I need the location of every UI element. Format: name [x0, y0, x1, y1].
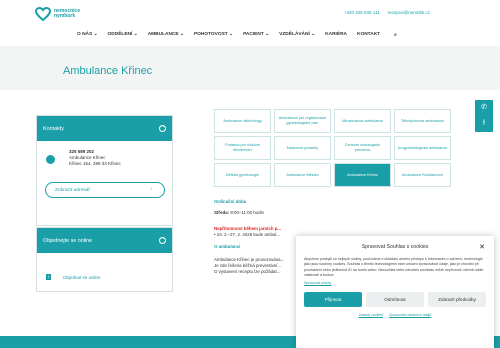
- show-directory-button[interactable]: Zobrazit adresář ›: [45, 182, 165, 198]
- kontakty-address: Křinec 164, 289 33 Křinec: [69, 161, 121, 166]
- hours-row: Středa: 8:00–11:00 hodin: [214, 210, 314, 216]
- tile-alkohology[interactable]: Ambulance alkohology: [214, 109, 271, 133]
- close-icon[interactable]: ✕: [479, 243, 485, 251]
- nav-vzdelavani[interactable]: VZDĚLÁVÁNÍ ⌄: [274, 32, 320, 38]
- tile-registrovane[interactable]: Ambulance pro registrované gynekologické…: [274, 109, 331, 133]
- hours-day: Středa:: [214, 210, 230, 215]
- nav-oddeleni[interactable]: ODDĚLENÍ ⌄: [103, 32, 143, 38]
- nav-kariera[interactable]: KARIÉRA: [320, 32, 352, 38]
- cookie-policy-link[interactable]: Zásady cookies: [359, 313, 383, 317]
- tile-ultrazvuk[interactable]: Ultrazvuková ambulance: [334, 109, 391, 133]
- search-icon[interactable]: ⌕: [385, 32, 402, 38]
- chevron-up-icon[interactable]: ^: [159, 237, 166, 244]
- privacy-policy-link[interactable]: Zpracování osobních údajů: [389, 313, 431, 317]
- tile-nadorove[interactable]: Nádorové poradny: [274, 136, 331, 160]
- objednejte-header[interactable]: Objednejte se online ^: [37, 228, 172, 253]
- top-header: nemocnice nymburk +420 325 535 111 recep…: [0, 0, 500, 48]
- hours-heading: Ordinační doba: [214, 199, 247, 204]
- arrow-right-icon: ›: [150, 187, 152, 192]
- logo-line-2: nymburk: [54, 13, 76, 19]
- tile-onkologicke[interactable]: Centrum onkologické prevence: [334, 136, 391, 160]
- preferences-button[interactable]: Zobrazit předvolby: [428, 291, 486, 307]
- tile-rizikove[interactable]: Poradna pro rizikové těhotenství: [214, 136, 271, 160]
- tile-krinec[interactable]: Ambulance Křinec: [334, 163, 391, 187]
- cookie-consent-dialog: Spravovat Souhlas s cookies ✕ Abychom po…: [296, 236, 494, 348]
- ambulance-tiles: Ambulance alkohology Ambulance pro regis…: [214, 109, 500, 187]
- hospital-logo[interactable]: nemocnice nymburk: [34, 5, 97, 23]
- tile-detska[interactable]: Dětská gynekologie: [214, 163, 271, 187]
- nav-kontakt[interactable]: KONTAKT: [352, 32, 385, 38]
- page-hero: Ambulance Křinec: [0, 46, 500, 90]
- logo-heart-icon: [34, 6, 52, 22]
- show-directory-label: Zobrazit adresář: [55, 188, 90, 193]
- objednejte-title: Objednejte se online: [43, 237, 93, 244]
- accept-button[interactable]: Přijmout: [304, 291, 362, 307]
- nav-pohotovost[interactable]: POHOTOVOST ⌄: [189, 32, 238, 38]
- kontakty-card: Kontakty ^ 325 589 202 Ambulance Křinec …: [36, 115, 173, 226]
- smile-icon: [46, 155, 55, 164]
- cookie-title: Spravovat Souhlas s cookies: [361, 244, 429, 250]
- nav-pacient[interactable]: PACIENT ⌄: [238, 32, 274, 38]
- header-phone-link[interactable]: +420 325 535 111: [344, 10, 380, 15]
- kontakty-header[interactable]: Kontakty ^: [37, 116, 172, 141]
- chevron-up-icon[interactable]: ^: [159, 125, 166, 132]
- objednejte-card: Objednejte se online ^ i Objednat se onl…: [36, 227, 173, 292]
- cookie-text: Abychom poskytli co nejlepší služby, pou…: [304, 257, 484, 278]
- tile-telovychovna[interactable]: Tělovýchovná ambulance: [394, 109, 451, 133]
- nav-o-nas[interactable]: O NÁS ⌄: [72, 32, 103, 38]
- info-icon: i: [46, 274, 51, 280]
- main-nav: O NÁS ⌄ ODDĚLENÍ ⌄ AMBULANCE ⌄ POHOTOVOS…: [72, 32, 402, 38]
- hours-time: 8:00–11:00 hodin: [230, 210, 264, 215]
- order-online-link[interactable]: Objednat se online: [63, 275, 101, 280]
- kontakty-title: Kontakty: [43, 125, 64, 132]
- tile-urogyn[interactable]: Urogynekologická ambulance: [394, 136, 451, 160]
- tile-mestec[interactable]: Ambulance Městec: [274, 163, 331, 187]
- deny-button[interactable]: Odmítnout: [366, 291, 424, 307]
- manage-services-link[interactable]: Spravovat služby: [304, 281, 486, 285]
- header-email-link[interactable]: recepce@nemnbk.cz: [388, 10, 430, 15]
- tile-rozdalovice[interactable]: Ambulance Rožďalovice: [394, 163, 451, 187]
- page-title: Ambulance Křinec: [63, 65, 153, 77]
- nav-ambulance[interactable]: AMBULANCE ⌄: [143, 32, 189, 38]
